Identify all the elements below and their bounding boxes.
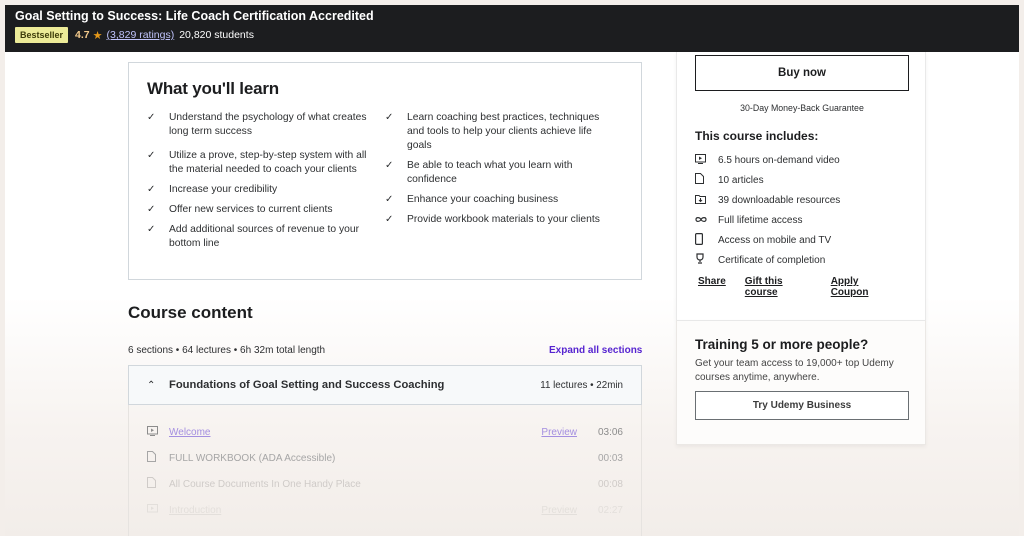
learn-item: ✓ Provide workbook materials to your cli… (385, 214, 600, 225)
money-back-guarantee: 30-Day Money-Back Guarantee (740, 103, 864, 113)
learn-item: ✓ Enhance your coaching business (385, 194, 559, 205)
lecture-row: All Course Documents In One Handy Place … (129, 471, 641, 497)
include-item: 6.5 hours on-demand video (695, 150, 912, 170)
include-item: Full lifetime access (695, 210, 912, 230)
students-count: 20,820 students (179, 29, 254, 41)
learn-item: ✓ Increase your credibility (147, 184, 278, 195)
course-content-summary: 6 sections • 64 lectures • 6h 32m total … (128, 345, 326, 356)
lecture-row: FULL WORKBOOK (ADA Accessible) 00:03 (129, 445, 641, 471)
lecture-row: Welcome Preview 03:06 (129, 419, 641, 445)
lecture-list: Welcome Preview 03:06 FULL WORKBOOK (ADA… (128, 405, 642, 536)
check-icon: ✓ (385, 214, 394, 225)
check-icon: ✓ (385, 160, 394, 171)
what-youll-learn-box: What you'll learn ✓ Understand the psych… (128, 62, 642, 280)
lecture-title: All Course Documents In One Handy Place (169, 478, 361, 490)
check-icon: ✓ (147, 204, 156, 215)
include-item: 39 downloadable resources (695, 190, 912, 210)
learn-item: ✓ Utilize a prove, step-by-step system w… (147, 150, 367, 175)
learn-column-left: ✓ Understand the psychology of what crea… (147, 111, 385, 257)
course-title: Goal Setting to Success: Life Coach Cert… (15, 9, 374, 23)
file-icon (695, 173, 718, 187)
ratings-count-link[interactable]: (3,829 ratings) (107, 29, 175, 41)
preview-link[interactable]: Preview (517, 505, 577, 516)
lecture-duration: 00:08 (597, 478, 623, 490)
learn-item: ✓ Add additional sources of revenue to y… (147, 224, 360, 249)
learn-item: ✓ Learn coaching best practices, techniq… (385, 112, 600, 151)
check-icon: ✓ (147, 224, 156, 235)
course-header: Goal Setting to Success: Life Coach Cert… (5, 5, 1019, 52)
lecture-title-link[interactable]: Introduction (169, 505, 517, 516)
section-name: Foundations of Goal Setting and Success … (169, 379, 445, 391)
business-text: Get your team access to 19,000+ top Udem… (695, 358, 894, 383)
try-udemy-business-button[interactable]: Try Udemy Business (695, 391, 909, 420)
includes-title: This course includes: (695, 129, 819, 143)
section-header[interactable]: ⌃ Foundations of Goal Setting and Succes… (128, 365, 642, 405)
check-icon: ✓ (147, 184, 156, 195)
business-card: Training 5 or more people? Get your team… (676, 320, 926, 445)
apply-coupon-link[interactable]: Apply Coupon (831, 276, 893, 298)
mobile-icon (695, 232, 718, 248)
file-icon (147, 451, 169, 465)
check-icon: ✓ (147, 112, 156, 123)
video-icon (147, 425, 169, 439)
file-icon (147, 477, 169, 491)
bestseller-badge: Bestseller (15, 27, 69, 43)
video-icon (147, 503, 169, 517)
lecture-duration: 03:06 (597, 426, 623, 438)
check-icon: ✓ (385, 194, 394, 205)
purchase-card: Buy now 30-Day Money-Back Guarantee This… (676, 52, 926, 320)
rating-value: 4.7 (75, 29, 90, 41)
star-icon: ★ (92, 29, 103, 42)
course-meta: Bestseller 4.7 ★ (3,829 ratings) 20,820 … (15, 27, 1009, 43)
learn-item: ✓ Understand the psychology of what crea… (147, 112, 367, 137)
page-frame: Goal Setting to Success: Life Coach Cert… (5, 5, 1019, 536)
include-item: Certificate of completion (695, 250, 912, 270)
expand-all-sections-button[interactable]: Expand all sections (549, 345, 642, 356)
lecture-title: FULL WORKBOOK (ADA Accessible) (169, 452, 336, 464)
lecture-duration: 00:03 (597, 452, 623, 464)
trophy-icon (695, 253, 718, 267)
learn-column-right: ✓ Learn coaching best practices, techniq… (385, 111, 623, 257)
include-item: 10 articles (695, 170, 912, 190)
share-link[interactable]: Share (698, 276, 726, 298)
include-item: Access on mobile and TV (695, 230, 912, 250)
buy-now-button[interactable]: Buy now (695, 55, 909, 91)
check-icon: ✓ (147, 150, 156, 161)
learn-item: ✓ Offer new services to current clients (147, 204, 333, 215)
share-links: Share Gift this course Apply Coupon (695, 276, 912, 298)
course-content-title: Course content (128, 303, 253, 322)
infinity-icon (695, 215, 718, 226)
chevron-up-icon: ⌃ (147, 379, 156, 391)
business-title: Training 5 or more people? (695, 337, 869, 352)
gift-course-link[interactable]: Gift this course (745, 276, 812, 298)
lecture-row: Introduction Preview 02:27 (129, 497, 641, 523)
learn-title: What you'll learn (147, 79, 279, 98)
preview-link[interactable]: Preview (517, 427, 577, 438)
video-icon (695, 153, 718, 167)
lecture-title-link[interactable]: Welcome (169, 427, 517, 438)
check-icon: ✓ (385, 112, 394, 123)
lecture-duration: 02:27 (597, 504, 623, 516)
download-folder-icon (695, 194, 718, 207)
section-info: 11 lectures • 22min (540, 379, 623, 391)
learn-item: ✓ Be able to teach what you learn with c… (385, 160, 573, 185)
